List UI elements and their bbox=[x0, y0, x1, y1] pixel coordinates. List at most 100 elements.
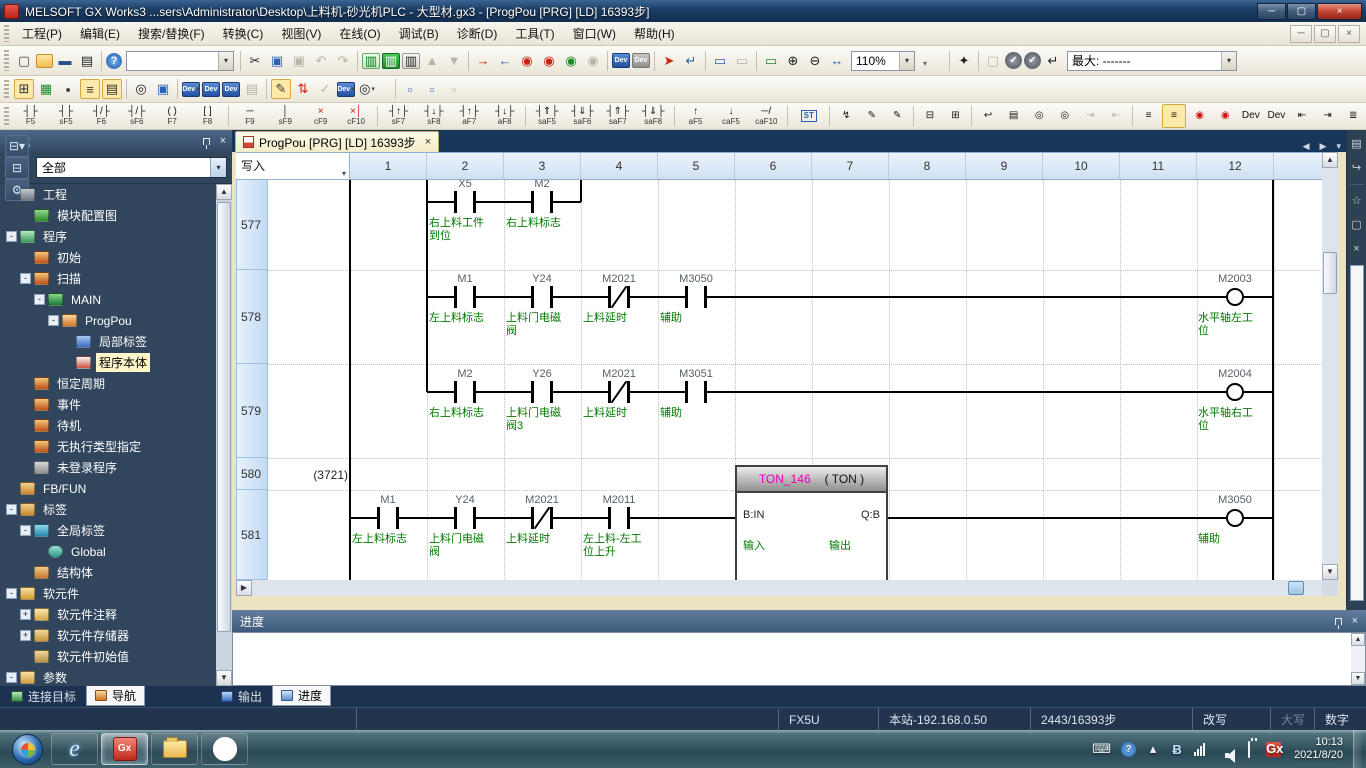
contact-M2021[interactable] bbox=[608, 381, 630, 403]
watch-window-3-icon[interactable]: ▭ bbox=[761, 51, 781, 71]
edit-wire-button[interactable]: ↯ bbox=[834, 104, 858, 128]
menu-item-2[interactable]: 搜索/替换(F) bbox=[129, 24, 214, 44]
parallel-open-contact-button[interactable]: ┤├sF5 bbox=[49, 104, 82, 128]
device-search-dropdown-icon[interactable]: ◎▾ bbox=[357, 79, 377, 99]
find-doc-red-1-button[interactable]: ◉ bbox=[1188, 104, 1212, 128]
cross-reference-window-icon[interactable]: ▣ bbox=[153, 79, 173, 99]
contact-X5[interactable] bbox=[454, 191, 476, 213]
selection-pane-doc-icon[interactable]: ▤ bbox=[1349, 136, 1365, 152]
tab-output[interactable]: 输出 bbox=[213, 686, 270, 706]
scrollbar-thumb[interactable] bbox=[217, 202, 231, 632]
parallel-rising-pulse-button[interactable]: ┤↑├aF7 bbox=[453, 104, 486, 128]
falling-pulse-close-button[interactable]: ┤⇓├saF6 bbox=[566, 104, 599, 128]
collapse-icon[interactable]: - bbox=[6, 231, 17, 242]
tree-item-工程[interactable]: 工程 bbox=[0, 184, 216, 205]
collapse-icon[interactable]: - bbox=[6, 588, 17, 599]
contact-M2[interactable] bbox=[531, 191, 553, 213]
convert-check-2-icon[interactable]: ✔ bbox=[1024, 52, 1041, 69]
contact-Y24[interactable] bbox=[531, 286, 553, 308]
selection-pane-arrow-icon[interactable]: ↪ bbox=[1349, 160, 1365, 176]
taskbar-browser-360[interactable] bbox=[201, 733, 248, 765]
dock-window-1-icon[interactable]: ▫ bbox=[400, 79, 420, 99]
edit-block-expand-button[interactable]: ⊞ bbox=[944, 104, 968, 128]
tray-expand-icon[interactable]: ▴ bbox=[1146, 741, 1160, 757]
dev-monitor-gray-icon[interactable]: Dev bbox=[632, 53, 650, 68]
progress-scrollbar[interactable]: ▲ ▼ bbox=[1351, 633, 1365, 685]
taskbar-explorer[interactable] bbox=[151, 733, 198, 765]
delete-horizontal-line-button[interactable]: ×cF9 bbox=[304, 104, 337, 128]
dock-window-2-icon[interactable]: ▫ bbox=[422, 79, 442, 99]
collapse-icon[interactable]: - bbox=[34, 294, 45, 305]
close-button[interactable]: × bbox=[1317, 3, 1362, 20]
menu-item-5[interactable]: 在线(O) bbox=[330, 24, 389, 44]
tree-item-初始[interactable]: 初始 bbox=[0, 247, 216, 268]
undo-step-button[interactable]: ↩ bbox=[976, 104, 1000, 128]
new-project-icon[interactable]: ▢ bbox=[14, 51, 34, 71]
contact-M2021[interactable] bbox=[608, 286, 630, 308]
invert-operation-button[interactable]: ─/caF10 bbox=[750, 104, 783, 128]
scroll-up-icon[interactable]: ▲ bbox=[1351, 633, 1365, 646]
collapse-icon[interactable]: - bbox=[6, 504, 17, 515]
watch-window-1-icon[interactable]: ▭ bbox=[710, 51, 730, 71]
contact-Y24[interactable] bbox=[454, 507, 476, 529]
scrollbar-thumb[interactable] bbox=[1323, 252, 1337, 294]
menu-item-0[interactable]: 工程(P) bbox=[13, 24, 71, 44]
chevron-down-icon[interactable]: ▾ bbox=[218, 52, 233, 70]
tab-list-icon[interactable]: ▾ bbox=[1336, 141, 1341, 152]
tree-item-结构体[interactable]: 结构体 bbox=[0, 562, 216, 583]
collapse-icon[interactable]: - bbox=[6, 672, 17, 683]
dev-find-blue-button[interactable]: Dev bbox=[1239, 104, 1263, 128]
coil-M3050[interactable] bbox=[1226, 509, 1244, 527]
keyboard-icon[interactable]: ⌨ bbox=[1092, 741, 1111, 757]
contact-M3050[interactable] bbox=[685, 286, 707, 308]
tree-item-FB/FUN[interactable]: FB/FUN bbox=[0, 478, 216, 499]
device-batch-monitor-1-icon[interactable]: ◉ bbox=[517, 51, 537, 71]
step-run-icon[interactable]: ➤ bbox=[659, 51, 679, 71]
sim-box-icon[interactable]: ▢ bbox=[983, 51, 1003, 71]
tree-item-软元件存储器[interactable]: +软元件存储器 bbox=[0, 625, 216, 646]
tree-item-标签[interactable]: -标签 bbox=[0, 499, 216, 520]
search-combo[interactable]: ▾ bbox=[126, 51, 234, 71]
selection-pane-star-icon[interactable]: ☆ bbox=[1349, 193, 1365, 209]
indent-left-button[interactable]: ⇤ bbox=[1290, 104, 1314, 128]
zoom-combo[interactable]: 110%▾ bbox=[851, 51, 915, 71]
start-button[interactable] bbox=[12, 734, 43, 765]
convert-return-icon[interactable]: ↵ bbox=[1043, 51, 1063, 71]
menu-item-10[interactable]: 帮助(H) bbox=[625, 24, 684, 44]
selection-pane-close-icon[interactable]: × bbox=[1349, 241, 1365, 257]
contact-M2[interactable] bbox=[454, 381, 476, 403]
find-doc-red-2-button[interactable]: ◉ bbox=[1213, 104, 1237, 128]
write-check-icon[interactable]: ✓ bbox=[315, 79, 335, 99]
menu-item-8[interactable]: 工具(T) bbox=[506, 24, 563, 44]
network-signal-icon[interactable] bbox=[1194, 743, 1208, 756]
scroll-right-icon[interactable]: ▶ bbox=[236, 580, 252, 596]
device-monitor-start-icon[interactable]: ▥ bbox=[382, 53, 400, 69]
rising-pulse-button[interactable]: ┤↑├sF7 bbox=[382, 104, 415, 128]
list-lines-button[interactable]: ≣ bbox=[1341, 104, 1365, 128]
tree-item-软元件注释[interactable]: +软元件注释 bbox=[0, 604, 216, 625]
menu-item-1[interactable]: 编辑(E) bbox=[71, 24, 129, 44]
tree-collapse-all-icon[interactable]: ⊟ bbox=[5, 157, 29, 179]
editor-horizontal-scrollbar[interactable]: ◀ ▶ bbox=[236, 580, 1322, 596]
verify-up-icon[interactable]: ▲ bbox=[422, 51, 442, 71]
dev-find-color-button[interactable]: Dev bbox=[1265, 104, 1289, 128]
chevron-down-icon[interactable]: ▾ bbox=[1221, 52, 1236, 70]
taskbar-gxworks[interactable]: Gx bbox=[101, 733, 148, 765]
project-tree-view-icon[interactable]: ⊞ bbox=[14, 79, 34, 99]
cut-icon[interactable]: ✂ bbox=[245, 51, 265, 71]
unit-chip-icon[interactable]: ▪ bbox=[58, 79, 78, 99]
parallel-falling-pulse-button[interactable]: ┤↓├aF8 bbox=[488, 104, 521, 128]
program-list-1-icon[interactable]: ≡ bbox=[80, 79, 100, 99]
tree-item-无执行类型指定[interactable]: 无执行类型指定 bbox=[0, 436, 216, 457]
mdi-minimize-button[interactable]: ─ bbox=[1290, 25, 1312, 43]
rung-number[interactable]: 579 bbox=[236, 364, 268, 458]
tree-item-软元件[interactable]: -软元件 bbox=[0, 583, 216, 604]
program-list-2-icon[interactable]: ▤ bbox=[102, 79, 122, 99]
tree-item-恒定周期[interactable]: 恒定周期 bbox=[0, 373, 216, 394]
rung-number[interactable]: 580 bbox=[236, 458, 268, 490]
pin-icon[interactable] bbox=[203, 138, 210, 145]
edit-coil-button[interactable]: ✎ bbox=[886, 104, 910, 128]
tree-item-ProgPou[interactable]: -ProgPou bbox=[0, 310, 216, 331]
tree-item-MAIN[interactable]: -MAIN bbox=[0, 289, 216, 310]
tree-item-Global[interactable]: Global bbox=[0, 541, 216, 562]
